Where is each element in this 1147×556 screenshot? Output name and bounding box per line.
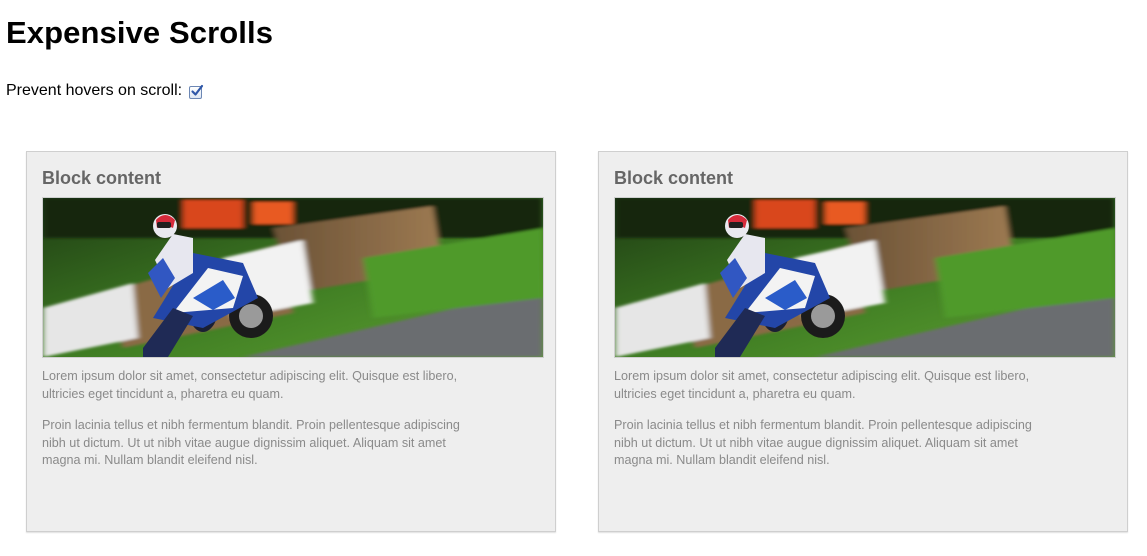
prevent-hovers-checkbox[interactable] [189,84,204,99]
motorcycle-photo-illustration [43,198,543,357]
prevent-hovers-option: Prevent hovers on scroll: [6,82,204,100]
content-block: Block content Lorem ipsum dolor sit amet… [26,151,556,532]
block-text: Lorem ipsum dolor sit amet, consectetur … [42,368,462,484]
checkmark-icon [191,84,204,96]
block-heading: Block content [42,168,162,188]
page-title: Expensive Scrolls [6,15,274,50]
motorcycle-racer-photo [614,197,1116,358]
block-paragraph: Proin lacinia tellus et nibh fermentum b… [614,418,1032,467]
block-paragraph: Lorem ipsum dolor sit amet, consectetur … [614,369,1030,401]
prevent-hovers-label: Prevent hovers on scroll: [6,82,183,99]
motorcycle-photo-illustration [615,198,1115,357]
block-heading: Block content [614,168,734,188]
content-block: Block content Lorem ipsum dolor sit amet… [598,151,1128,532]
page: Expensive Scrolls Prevent hovers on scro… [0,0,1147,556]
block-text: Lorem ipsum dolor sit amet, consectetur … [614,368,1034,484]
motorcycle-racer-photo [42,197,544,358]
block-paragraph: Proin lacinia tellus et nibh fermentum b… [42,418,460,467]
block-paragraph: Lorem ipsum dolor sit amet, consectetur … [42,369,458,401]
